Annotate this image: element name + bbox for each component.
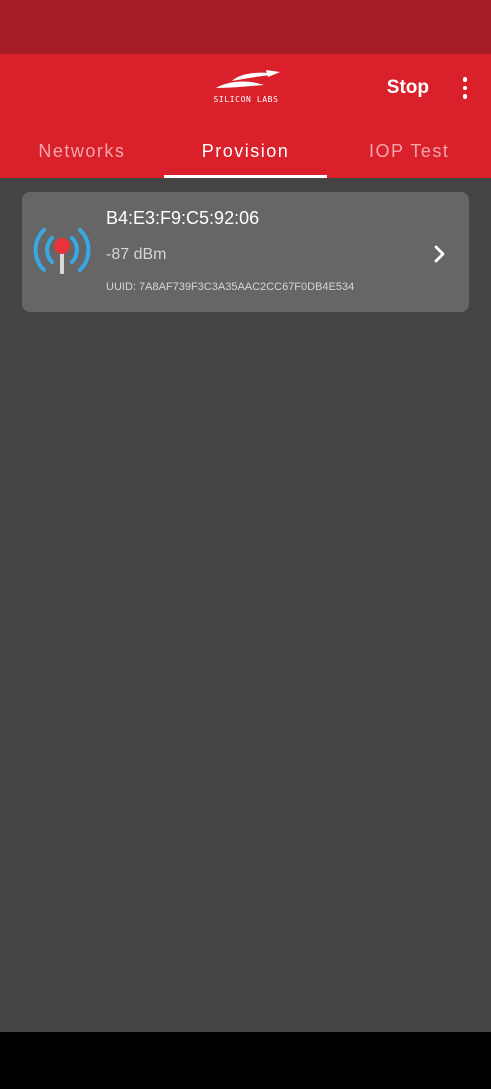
app-bar: SILICON LABS Stop	[0, 54, 491, 124]
device-rssi: -87 dBm	[106, 246, 167, 263]
device-name: B4:E3:F9:C5:92:06	[106, 208, 260, 228]
stop-button[interactable]: Stop	[387, 74, 429, 102]
signal-antenna-icon	[33, 228, 91, 274]
device-list: B4:E3:F9:C5:92:06 -87 dBm UUID: 7A8AF739…	[0, 178, 491, 1032]
tab-networks[interactable]: Networks	[0, 124, 164, 178]
silicon-labs-logo-mark	[216, 70, 280, 88]
tab-provision-label: Provision	[201, 140, 290, 161]
device-card[interactable]: B4:E3:F9:C5:92:06 -87 dBm UUID: 7A8AF739…	[22, 192, 469, 312]
tab-provision[interactable]: Provision	[163, 124, 328, 178]
tab-iop-test-label: IOP Test	[368, 140, 450, 161]
tab-iop-test[interactable]: IOP Test	[327, 124, 491, 178]
device-uuid: UUID: 7A8AF739F3C3A35AAC2CC67F0DB4E534	[106, 281, 355, 293]
tab-networks-label: Networks	[38, 140, 126, 161]
tab-bar: Networks Provision IOP Test	[0, 124, 491, 178]
logo-text: SILICON LABS	[213, 95, 279, 104]
status-bar	[0, 0, 491, 54]
system-navigation-bar	[0, 1032, 491, 1089]
silicon-labs-logo: SILICON LABS	[204, 68, 288, 106]
chevron-right-icon	[434, 245, 445, 263]
more-vert-icon[interactable]	[453, 74, 477, 102]
